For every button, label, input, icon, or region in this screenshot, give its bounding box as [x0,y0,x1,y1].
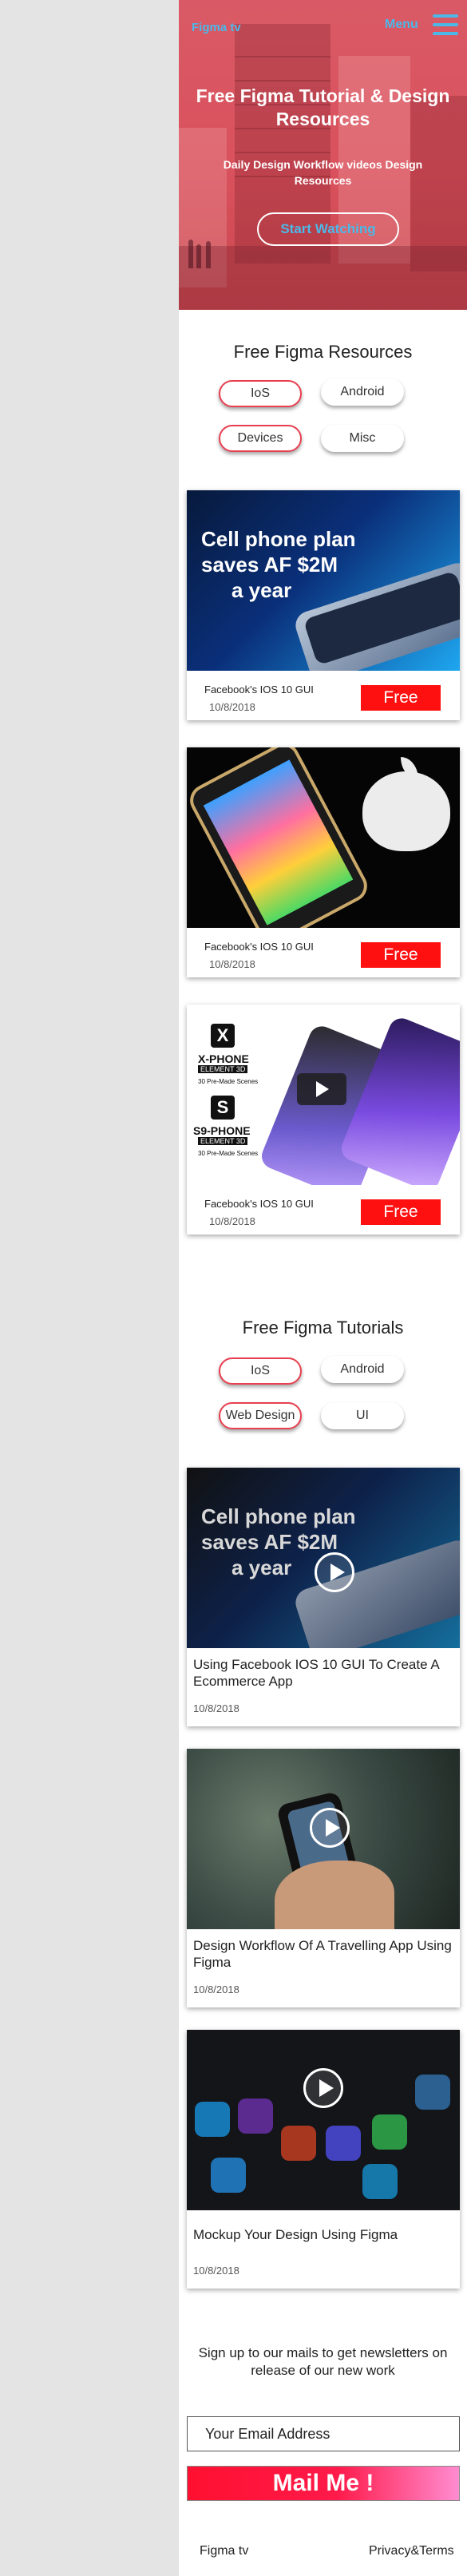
newsletter-text: Sign up to our mails to get newsletters … [198,2345,448,2378]
free-badge[interactable]: Free [361,685,441,711]
resource-date: 10/8/2018 [209,958,255,970]
thumbnail-caption: S9-PHONE [193,1124,251,1137]
thumbnail-caption: X-PHONE [198,1052,249,1065]
mail-me-button[interactable]: Mail Me ! [187,2466,460,2501]
resource-title: Facebook's IOS 10 GUI [204,941,314,953]
menu-link[interactable]: Menu [385,18,418,32]
footer-brand[interactable]: Figma tv [200,2544,248,2558]
tutorial-thumbnail: Cell phone plan saves AF $2M a year [187,1468,460,1648]
tutorial-title: Using Facebook IOS 10 GUI To Create A Ec… [193,1657,439,1689]
play-icon[interactable] [315,1552,354,1592]
tutorial-card[interactable]: Mockup Your Design Using Figma 10/8/2018 [187,2030,460,2289]
brand-logo[interactable]: Figma tv [192,21,241,34]
thumbnail-caption: Cell phone plan [201,1504,356,1528]
resource-card[interactable]: X X-PHONE ELEMENT 3D 30 Pre-Made Scenes … [187,1005,460,1234]
thumbnail-caption: ELEMENT 3D [198,1065,248,1073]
email-field[interactable] [187,2416,460,2451]
tutorial-title: Design Workflow Of A Travelling App Usin… [193,1938,452,1970]
hero-subtitle: Daily Design Workflow videos Design Reso… [223,158,423,187]
page: Figma tv Menu Free Figma Tutorial & Desi… [179,0,467,2576]
thumbnail-caption: a year [232,1556,292,1579]
filter-android[interactable]: Android [321,1356,404,1383]
resource-date: 10/8/2018 [209,1215,255,1227]
filter-ios[interactable]: IoS [219,1357,302,1385]
free-badge[interactable]: Free [361,942,441,968]
thumbnail-caption: 30 Pre-Made Scenes [198,1078,259,1085]
resource-date: 10/8/2018 [209,701,255,713]
resource-card[interactable]: Facebook's IOS 10 GUI 10/8/2018 Free [187,747,460,977]
resource-thumbnail: X X-PHONE ELEMENT 3D 30 Pre-Made Scenes … [187,1005,460,1185]
start-watching-button[interactable]: Start Watching [257,212,399,246]
tutorial-card[interactable]: Design Workflow Of A Travelling App Usin… [187,1749,460,2007]
thumbnail-caption: saves AF $2M [201,1530,338,1554]
x-logo-icon: X [211,1024,235,1048]
tutorial-date: 10/8/2018 [193,2265,239,2277]
hero-pedestrian [188,240,193,268]
hero-pedestrian [206,241,211,268]
apple-logo-icon [362,771,450,851]
tutorial-date: 10/8/2018 [193,1702,239,1714]
filter-ios[interactable]: IoS [219,380,302,407]
thumbnail-caption: ELEMENT 3D [198,1137,248,1145]
filter-web-design[interactable]: Web Design [219,1402,302,1429]
privacy-terms-link[interactable]: Privacy&Terms [369,2544,454,2558]
resource-thumbnail [187,747,460,928]
play-icon[interactable] [310,1808,350,1848]
hamburger-icon[interactable] [433,14,458,35]
resource-title: Facebook's IOS 10 GUI [204,684,314,696]
resource-title: Facebook's IOS 10 GUI [204,1198,314,1210]
play-icon[interactable] [297,1073,346,1105]
thumbnail-caption: Cell phone plan [201,527,356,551]
thumbnail-caption: 30 Pre-Made Scenes [198,1150,259,1157]
tutorial-thumbnail [187,2030,460,2210]
resources-title: Free Figma Resources [233,342,413,362]
resource-thumbnail: Cell phone plan saves AF $2M a year [187,490,460,671]
filter-android[interactable]: Android [321,378,404,406]
tutorial-title: Mockup Your Design Using Figma [193,2227,398,2242]
free-badge[interactable]: Free [361,1199,441,1225]
filter-misc[interactable]: Misc [321,425,404,452]
resource-card[interactable]: Cell phone plan saves AF $2M a year Face… [187,490,460,720]
tutorial-date: 10/8/2018 [193,1984,239,1995]
tutorial-thumbnail [187,1749,460,1929]
hero-pedestrian [196,244,201,268]
tutorial-card[interactable]: Cell phone plan saves AF $2M a year Usin… [187,1468,460,1726]
play-icon[interactable] [303,2068,343,2108]
hero-title: Free Figma Tutorial & Design Resources [196,85,450,129]
hero-banner: Figma tv Menu Free Figma Tutorial & Desi… [179,0,467,310]
thumbnail-caption: saves AF $2M [201,553,338,577]
filter-ui[interactable]: UI [321,1402,404,1429]
tutorials-title: Free Figma Tutorials [242,1318,404,1338]
thumbnail-caption: a year [232,578,292,602]
filter-devices[interactable]: Devices [219,425,302,452]
hero-street [179,246,467,310]
s-logo-icon: S [211,1096,235,1120]
